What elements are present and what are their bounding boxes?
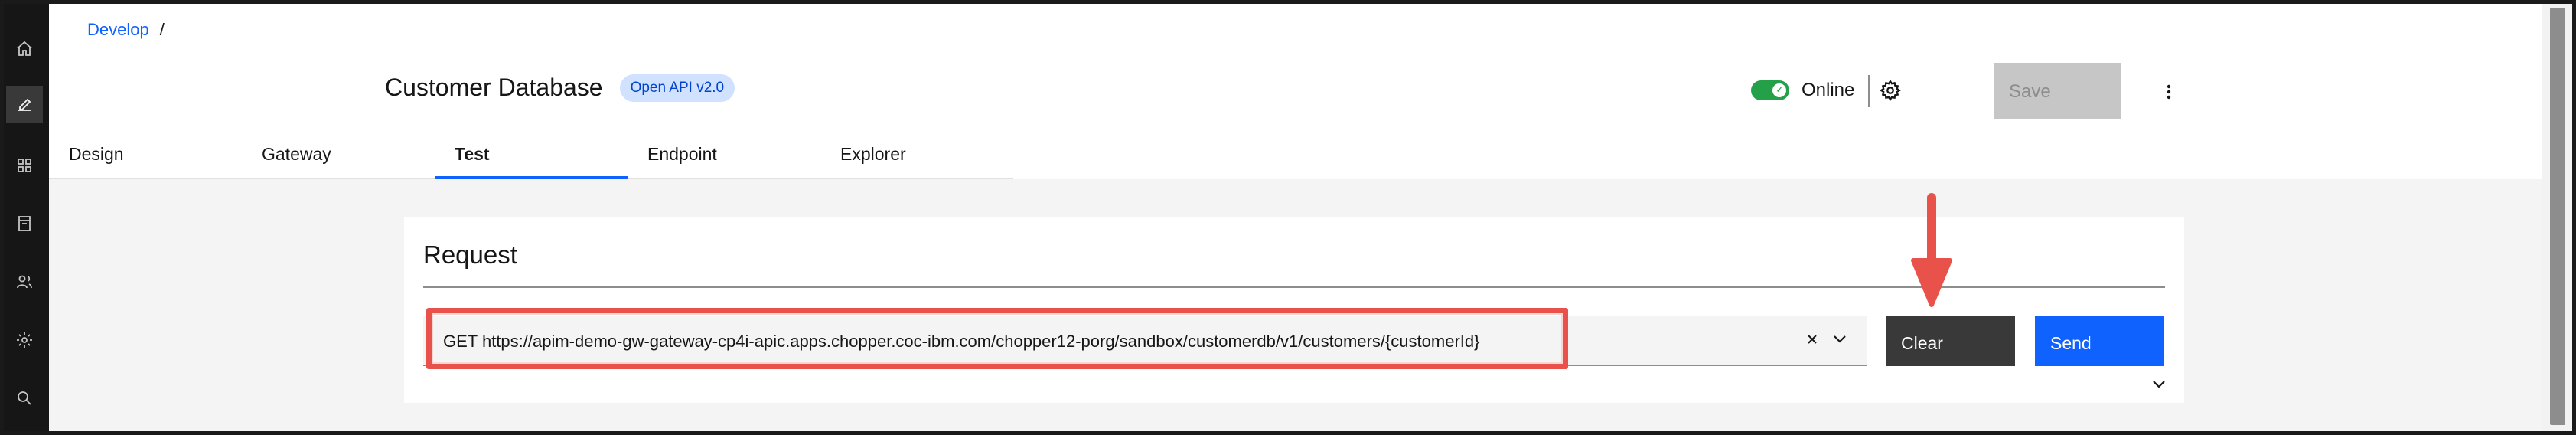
search-nav-item[interactable] bbox=[6, 380, 43, 417]
online-toggle[interactable]: ✓ bbox=[1751, 80, 1789, 100]
apps-nav-item[interactable] bbox=[6, 147, 43, 184]
tab-design[interactable]: Design bbox=[49, 130, 242, 179]
overflow-menu-button[interactable] bbox=[2155, 77, 2183, 107]
users-icon bbox=[17, 275, 32, 289]
home-icon bbox=[17, 41, 32, 56]
annotation-arrow-icon bbox=[1911, 193, 1952, 307]
settings-icon bbox=[17, 332, 32, 348]
header-divider bbox=[1868, 75, 1870, 107]
search-icon bbox=[18, 391, 31, 405]
breadcrumb-develop-link[interactable]: Develop bbox=[87, 20, 149, 40]
settings-nav-item[interactable] bbox=[6, 322, 43, 358]
clear-selection-button[interactable] bbox=[1801, 328, 1824, 351]
apps-icon bbox=[18, 159, 31, 172]
tab-endpoint[interactable]: Endpoint bbox=[628, 130, 820, 179]
chevron-down-icon bbox=[2153, 381, 2165, 388]
online-label: Online bbox=[1802, 80, 1855, 100]
settings-button[interactable] bbox=[1877, 77, 1904, 104]
clear-button[interactable]: Clear bbox=[1886, 316, 2015, 366]
breadcrumb: Develop / bbox=[87, 20, 165, 40]
check-icon: ✓ bbox=[1775, 84, 1784, 96]
title-row: Customer Database Open API v2.0 bbox=[385, 74, 735, 102]
develop-nav-item[interactable] bbox=[6, 86, 43, 123]
scrollbar-thumb[interactable] bbox=[2550, 8, 2565, 425]
catalog-nav-item[interactable] bbox=[6, 205, 43, 242]
catalog-icon bbox=[18, 216, 31, 231]
breadcrumb-separator: / bbox=[159, 20, 165, 39]
page-title: Customer Database bbox=[385, 74, 603, 101]
close-icon bbox=[1808, 335, 1817, 344]
url-dropdown-toggle[interactable] bbox=[1828, 328, 1851, 351]
tab-list: Design Gateway Test Endpoint Explorer bbox=[49, 130, 1013, 179]
tab-explorer[interactable]: Explorer bbox=[820, 130, 1013, 179]
tab-test[interactable]: Test bbox=[435, 130, 628, 179]
online-status: ✓ Online bbox=[1751, 80, 1854, 101]
request-url-value[interactable]: GET https://apim-demo-gw-gateway-cp4i-ap… bbox=[443, 332, 1479, 352]
save-button[interactable]: Save bbox=[1994, 63, 2121, 119]
edit-icon bbox=[18, 98, 31, 111]
request-title: Request bbox=[423, 240, 517, 269]
users-nav-item[interactable] bbox=[6, 263, 43, 300]
api-version-badge: Open API v2.0 bbox=[619, 74, 735, 102]
send-button[interactable]: Send bbox=[2035, 316, 2164, 366]
left-nav-rail bbox=[0, 0, 49, 435]
request-divider bbox=[423, 286, 2165, 288]
expand-request-toggle[interactable] bbox=[2147, 375, 2170, 394]
overflow-menu-icon bbox=[2167, 84, 2171, 100]
gear-icon bbox=[1880, 80, 1901, 101]
chevron-down-icon bbox=[1834, 335, 1846, 343]
tab-gateway[interactable]: Gateway bbox=[242, 130, 435, 179]
home-nav-item[interactable] bbox=[6, 31, 43, 67]
